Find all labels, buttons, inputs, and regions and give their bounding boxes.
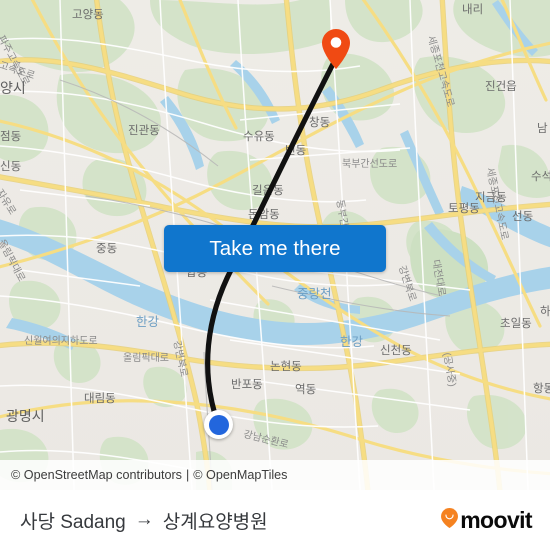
moovit-wordmark: moovit xyxy=(460,506,532,533)
map-label: 길음동 xyxy=(252,185,284,197)
map-label: 신월여의지하도로 xyxy=(24,336,98,347)
map-label: 항동 xyxy=(533,383,550,395)
map-label: 내리 xyxy=(462,4,484,16)
map-label: 남 xyxy=(537,123,548,135)
map-label: 한강 xyxy=(340,335,364,349)
map-view[interactable]: 고양동 내리 파주고속도로 세종포천고속도로 고속도로 진건읍 양시 진관동 수유동 창동 번동 점동… xyxy=(0,0,550,490)
map-label: 진관동 xyxy=(128,125,160,137)
attribution-osm[interactable]: © OpenStreetMap contributors xyxy=(11,468,182,482)
trip-route-summary: 사당 Sadang → 상계요양병원 xyxy=(20,507,268,534)
map-label: 점동 xyxy=(0,131,22,143)
map-attribution: © OpenStreetMap contributors | © OpenMap… xyxy=(0,460,550,490)
trip-origin-label: 사당 Sadang xyxy=(20,511,126,533)
destination-pin-marker[interactable] xyxy=(322,29,350,69)
attribution-separator: | xyxy=(185,468,190,482)
map-label: 창동 xyxy=(309,117,331,129)
map-label: 북부간선도로 xyxy=(342,159,398,170)
map-label: 수석 xyxy=(531,171,550,183)
map-label: 한강 xyxy=(136,315,160,329)
trip-footer: 사당 Sadang → 상계요양병원 moovit xyxy=(0,490,550,550)
map-label: 신동 xyxy=(0,161,22,173)
map-label: 번동 xyxy=(285,145,307,157)
map-label: 중랑천 xyxy=(297,287,332,301)
map-label: 수유동 xyxy=(243,131,275,143)
moovit-trip-card: 고양동 내리 파주고속도로 세종포천고속도로 고속도로 진건읍 양시 진관동 수유동 창동 번동 점동… xyxy=(0,0,550,550)
map-label: 중동 xyxy=(96,243,118,255)
origin-dot-inner xyxy=(208,414,229,435)
map-label: 고양동 xyxy=(72,9,104,21)
map-label: 토평동 xyxy=(448,203,480,215)
take-me-there-button[interactable]: Take me there xyxy=(164,225,386,272)
map-label: 역동 xyxy=(295,384,317,396)
arrow-right-icon: → xyxy=(134,509,154,530)
map-label: 반포동 xyxy=(231,379,263,391)
moovit-pin-icon xyxy=(441,507,459,533)
map-label: 광명시 xyxy=(6,408,45,424)
map-label: 돈암동 xyxy=(248,209,280,221)
attribution-openmaptiles[interactable]: © OpenMapTiles xyxy=(193,468,287,482)
map-label: 진건읍 xyxy=(485,81,517,93)
map-label: 하 xyxy=(540,306,550,318)
map-label: 초일동 xyxy=(500,318,532,330)
map-label: 양시 xyxy=(0,80,26,96)
map-label: 신천동 xyxy=(380,345,412,357)
origin-dot-marker[interactable] xyxy=(204,410,233,439)
moovit-logo[interactable]: moovit xyxy=(441,506,533,534)
map-label: 선동 xyxy=(512,211,534,223)
trip-destination-label: 상계요양병원 xyxy=(162,511,268,533)
map-label: 논현동 xyxy=(270,361,302,373)
map-label: 올림픽대로 xyxy=(123,353,169,364)
map-label: 대림동 xyxy=(84,393,116,405)
